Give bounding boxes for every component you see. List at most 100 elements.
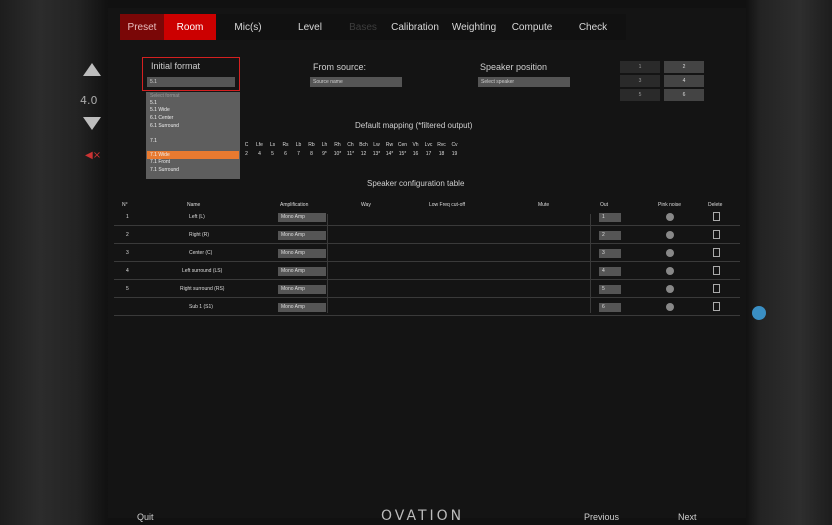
output-select[interactable]: 6	[599, 303, 621, 312]
tab-bases: Bases	[340, 14, 386, 40]
col-header-pink-noise: Pink noise	[658, 202, 682, 208]
amplification-select[interactable]: Mono Amp	[278, 285, 326, 294]
tab-compute[interactable]: Compute	[504, 14, 560, 40]
mapping-label: Vh	[412, 142, 419, 148]
col-header-way: Way	[361, 202, 371, 208]
amplification-select[interactable]: Mono Amp	[278, 231, 326, 240]
mute-icon[interactable]: ◀×	[85, 150, 101, 161]
from-source-label: From source:	[313, 62, 367, 72]
speaker-name: Right surround (RS)	[180, 286, 225, 292]
table-row: Sub 1 (S1) Mono Amp 6	[114, 299, 740, 316]
amplification-select[interactable]: Mono Amp	[278, 249, 326, 258]
delete-icon[interactable]	[713, 266, 720, 275]
app-logo: OVATION	[381, 508, 465, 524]
quit-button[interactable]: Quit	[137, 512, 154, 522]
delete-icon[interactable]	[713, 284, 720, 293]
view-button[interactable]: 3	[620, 75, 660, 87]
col-header-number: N°	[122, 202, 128, 208]
mapping-label: Lb	[295, 142, 302, 148]
amplification-select[interactable]: Mono Amp	[278, 303, 326, 312]
mapping-value: 5	[271, 151, 274, 157]
delete-icon[interactable]	[713, 302, 720, 311]
view-button[interactable]: 2	[664, 61, 704, 73]
mapping-values: 2 4 5 6 7 8 9* 10* 11* 12 13* 14* 15* 16…	[240, 151, 461, 157]
mapping-value: 6	[284, 151, 287, 157]
pink-noise-icon[interactable]	[666, 249, 674, 257]
tab-preset[interactable]: Preset	[120, 14, 164, 40]
output-select[interactable]: 5	[599, 285, 621, 294]
mapping-value: 17	[425, 151, 432, 157]
mapping-value: 7	[297, 151, 300, 157]
tab-room[interactable]: Room	[164, 14, 216, 40]
delete-icon[interactable]	[713, 230, 720, 239]
mapping-value: 11*	[346, 151, 355, 157]
dropdown-item[interactable]: 7.1 Wide	[150, 152, 230, 159]
tab-level[interactable]: Level	[280, 14, 340, 40]
mapping-label: Ch	[347, 142, 354, 148]
mapping-label: Rh	[334, 142, 341, 148]
arrow-up-icon[interactable]	[83, 63, 101, 76]
view-button[interactable]: 4	[664, 75, 704, 87]
config-title: Speaker configuration table	[367, 179, 465, 188]
pink-noise-icon[interactable]	[666, 303, 674, 311]
pink-noise-icon[interactable]	[666, 231, 674, 239]
tab-calibration[interactable]: Calibration	[386, 14, 444, 40]
mapping-label: Cv	[451, 142, 458, 148]
speaker-name: Right (R)	[189, 232, 210, 238]
initial-format-select[interactable]: 5.1	[147, 77, 235, 87]
arrow-down-icon[interactable]	[83, 117, 101, 130]
tab-mics[interactable]: Mic(s)	[216, 14, 280, 40]
output-select[interactable]: 2	[599, 231, 621, 240]
mapping-label: Rb	[308, 142, 315, 148]
row-number: 3	[126, 250, 129, 256]
row-number: 2	[126, 232, 129, 238]
info-dot-icon[interactable]	[752, 306, 766, 320]
dropdown-item[interactable]: 5.1	[150, 100, 230, 107]
output-select[interactable]: 1	[599, 213, 621, 222]
view-button[interactable]: 6	[664, 89, 704, 101]
dropdown-item[interactable]: 7.1 Surround	[150, 167, 230, 174]
row-number: 4	[126, 268, 129, 274]
dropdown-item[interactable]: 5.1 Wide	[150, 107, 230, 114]
dropdown-item[interactable]: 6.1 Surround	[150, 123, 230, 130]
pink-noise-icon[interactable]	[666, 285, 674, 293]
mapping-title: Default mapping (*filtered output)	[355, 121, 473, 130]
row-number: 1	[126, 214, 129, 220]
mapping-label: Rs	[282, 142, 289, 148]
amplification-select[interactable]: Mono Amp	[278, 213, 326, 222]
amplification-select[interactable]: Mono Amp	[278, 267, 326, 276]
mapping-label: Rw	[385, 142, 394, 148]
mapping-value: 19	[451, 151, 458, 157]
dropdown-item[interactable]: 7.1	[150, 138, 230, 145]
col-header-mute: Mute	[538, 202, 550, 208]
previous-button[interactable]: Previous	[584, 512, 619, 522]
mapping-value: 9*	[322, 151, 327, 157]
initial-format-label: Initial format	[151, 61, 201, 71]
from-source-select[interactable]: Source name	[310, 77, 402, 87]
view-button[interactable]: 5	[620, 89, 660, 101]
output-select[interactable]: 4	[599, 267, 621, 276]
output-select[interactable]: 3	[599, 249, 621, 258]
speaker-position-select[interactable]: Select speaker	[478, 77, 570, 87]
col-header-name: Name	[187, 202, 201, 208]
pink-noise-icon[interactable]	[666, 213, 674, 221]
delete-icon[interactable]	[713, 248, 720, 257]
mapping-label: Lvc	[424, 142, 433, 148]
mapping-value: 12	[360, 151, 367, 157]
col-header-out: Out	[600, 202, 609, 208]
speaker-position-label: Speaker position	[480, 62, 548, 72]
mapping-label: Cen	[397, 142, 408, 148]
col-header-delete: Delete	[708, 202, 723, 208]
next-button[interactable]: Next	[678, 512, 697, 522]
mapping-label: Lh	[321, 142, 328, 148]
mapping-value: 14*	[385, 151, 394, 157]
delete-icon[interactable]	[713, 212, 720, 221]
dropdown-item[interactable]: 6.1 Center	[150, 115, 230, 122]
mapping-label: Lw	[373, 142, 380, 148]
pink-noise-icon[interactable]	[666, 267, 674, 275]
dropdown-item[interactable]: 7.1 Front	[150, 159, 230, 166]
tab-check[interactable]: Check	[560, 14, 626, 40]
tab-weighting[interactable]: Weighting	[444, 14, 504, 40]
view-button[interactable]: 1	[620, 61, 660, 73]
mapping-label: Lfe	[256, 142, 263, 148]
